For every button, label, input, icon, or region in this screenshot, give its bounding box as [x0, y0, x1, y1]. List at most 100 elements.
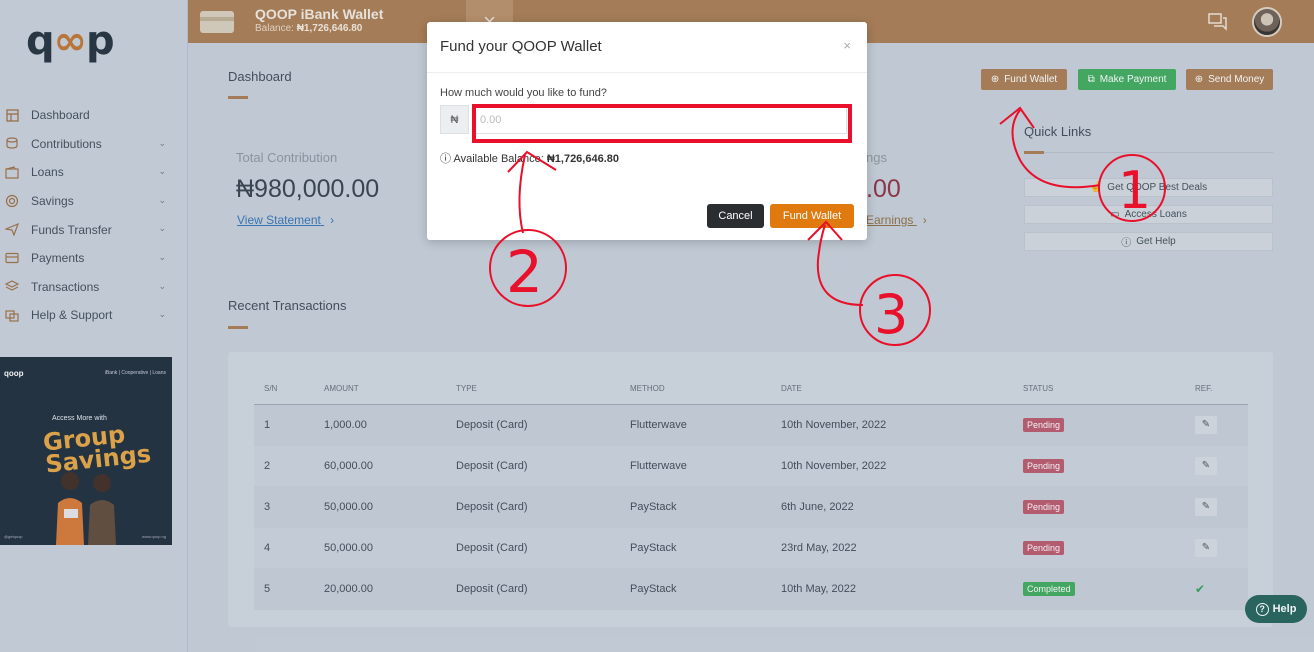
fund-wallet-button[interactable]: ⊕ Fund Wallet	[981, 69, 1067, 90]
promo-people-image	[56, 472, 116, 545]
cell-type: Deposit (Card)	[446, 445, 620, 487]
target-icon	[5, 194, 19, 208]
available-balance: ⓘ Available Balance: ₦1,726,646.80	[440, 150, 619, 166]
chevron-right-icon: ›	[922, 213, 927, 227]
chevron-down-icon: ⌄	[158, 251, 166, 262]
transactions-table: S/N AMOUNT TYPE METHOD DATE STATUS REF. …	[254, 374, 1248, 610]
recent-transactions-title: Recent Transactions	[228, 298, 347, 313]
cancel-button[interactable]: Cancel	[707, 204, 764, 228]
promo-logo: qoop	[4, 369, 24, 378]
cell-ref: ✎	[1185, 486, 1248, 528]
logo-q: q	[26, 18, 55, 64]
group-savings-promo-banner[interactable]: qoop iBank | Cooperative | Loans Access …	[0, 357, 172, 545]
qoop-logo[interactable]: q∞p	[26, 18, 146, 66]
send-money-label: Send Money	[1208, 74, 1265, 85]
fund-wallet-submit-button[interactable]: Fund Wallet	[770, 204, 854, 228]
quick-link-access-loans[interactable]: ▭ Access Loans	[1024, 205, 1273, 224]
cell-ref: ✎	[1185, 404, 1248, 446]
sidebar-item-funds-transfer[interactable]: Funds Transfer ⌄	[0, 215, 188, 244]
sidebar-item-label: Contributions	[31, 136, 102, 151]
cell-sn: 3	[254, 486, 314, 528]
status-badge: Pending	[1023, 417, 1065, 432]
sidebar-item-help-support[interactable]: Help & Support ⌄	[0, 301, 188, 330]
column-header: METHOD	[620, 374, 771, 405]
support-icon	[5, 308, 19, 322]
edit-icon[interactable]: ✎	[1195, 497, 1217, 516]
sidebar-item-contributions[interactable]: Contributions ⌄	[0, 130, 188, 159]
total-contribution-value: ₦980,000.00	[236, 175, 380, 203]
cell-date: 6th June, 2022	[771, 486, 1013, 528]
edit-icon[interactable]: ✎	[1195, 538, 1217, 557]
promo-handle: @getqoop	[4, 534, 23, 539]
view-statement-link[interactable]: View Statement ›	[237, 213, 334, 227]
question-circle-icon: ⓘ	[1121, 238, 1132, 249]
cell-date: 10th November, 2022	[771, 404, 1013, 446]
promo-headline: Access More with	[52, 415, 107, 422]
table-row: 4 50,000.00 Deposit (Card) PayStack 23rd…	[254, 527, 1248, 569]
chevron-right-icon: ›	[330, 213, 335, 227]
amount-question-label: How much would you like to fund?	[440, 87, 607, 99]
table-row: 1 1,000.00 Deposit (Card) Flutterwave 10…	[254, 404, 1248, 446]
coins-icon	[5, 137, 19, 151]
help-button[interactable]: ? Help	[1245, 595, 1307, 623]
sidebar-item-dashboard[interactable]: Dashboard	[0, 101, 188, 130]
edit-icon[interactable]: ✎	[1195, 456, 1217, 475]
cell-type: Deposit (Card)	[446, 404, 620, 446]
status-badge: Pending	[1023, 458, 1065, 473]
earnings-link-label: Earnings	[866, 213, 914, 227]
wallet-title: QOOP iBank Wallet	[255, 6, 384, 22]
chat-icon[interactable]	[1208, 13, 1228, 31]
earnings-link[interactable]: Earnings ›	[866, 213, 927, 227]
cell-date: 23rd May, 2022	[771, 527, 1013, 569]
available-balance-value: ₦1,726,646.80	[546, 153, 619, 165]
document-icon: ▭	[1110, 209, 1120, 220]
cell-sn: 5	[254, 568, 314, 610]
sidebar-item-label: Payments	[31, 251, 85, 266]
sidebar-item-loans[interactable]: Loans ⌄	[0, 158, 188, 187]
wallet-card-icon	[200, 11, 234, 33]
sidebar-item-savings[interactable]: Savings ⌄	[0, 187, 188, 216]
cell-amount: 50,000.00	[314, 527, 446, 569]
user-avatar[interactable]	[1252, 7, 1282, 37]
cell-type: Deposit (Card)	[446, 527, 620, 569]
make-payment-label: Make Payment	[1099, 74, 1167, 85]
quick-links-title: Quick Links	[1024, 124, 1092, 139]
wallet-balance-label: Balance:	[255, 23, 294, 34]
amount-input[interactable]	[473, 106, 847, 134]
send-money-button[interactable]: ⊕ Send Money	[1186, 69, 1273, 90]
sidebar-item-label: Help & Support	[31, 308, 113, 323]
quick-links-underline	[1024, 151, 1044, 154]
sidebar-item-payments[interactable]: Payments ⌄	[0, 244, 188, 273]
edit-icon[interactable]: ✎	[1195, 415, 1217, 434]
status-badge: Completed	[1023, 581, 1075, 596]
chevron-down-icon: ⌄	[158, 137, 166, 148]
copy-icon: ⧉	[1087, 74, 1095, 85]
cell-type: Deposit (Card)	[446, 486, 620, 528]
cell-type: Deposit (Card)	[446, 568, 620, 610]
cell-ref: ✎	[1185, 445, 1248, 487]
quick-link-get-help[interactable]: ⓘ Get Help	[1024, 232, 1273, 251]
logo-infinity: ∞	[53, 18, 87, 64]
sidebar-item-transactions[interactable]: Transactions ⌄	[0, 273, 188, 302]
sidebar-item-label: Savings	[31, 194, 74, 209]
make-payment-button[interactable]: ⧉ Make Payment	[1078, 69, 1176, 90]
column-header: TYPE	[446, 374, 620, 405]
info-icon: ⓘ	[440, 153, 451, 165]
cell-amount: 50,000.00	[314, 486, 446, 528]
column-header: AMOUNT	[314, 374, 446, 405]
wallet-icon	[5, 165, 19, 179]
column-header: S/N	[254, 374, 314, 405]
status-badge: Pending	[1023, 499, 1065, 514]
fund-wallet-modal: Fund your QOOP Wallet × How much would y…	[427, 22, 867, 240]
quick-link-best-deals[interactable]: ☝ Get QOOP Best Deals	[1024, 178, 1273, 197]
chevron-down-icon: ⌄	[158, 309, 166, 320]
cell-status: Pending	[1013, 486, 1185, 528]
modal-close-icon[interactable]: ×	[843, 38, 851, 53]
chevron-down-icon: ⌄	[158, 280, 166, 291]
modal-divider	[427, 72, 867, 73]
wallet-balance-value: ₦1,726,646.80	[296, 23, 363, 34]
sidebar-nav: Dashboard Contributions ⌄ Loans ⌄ Saving…	[0, 101, 188, 330]
sidebar-item-label: Funds Transfer	[31, 222, 112, 237]
hand-pointer-icon: ☝	[1089, 182, 1103, 193]
chevron-down-icon: ⌄	[158, 194, 166, 205]
